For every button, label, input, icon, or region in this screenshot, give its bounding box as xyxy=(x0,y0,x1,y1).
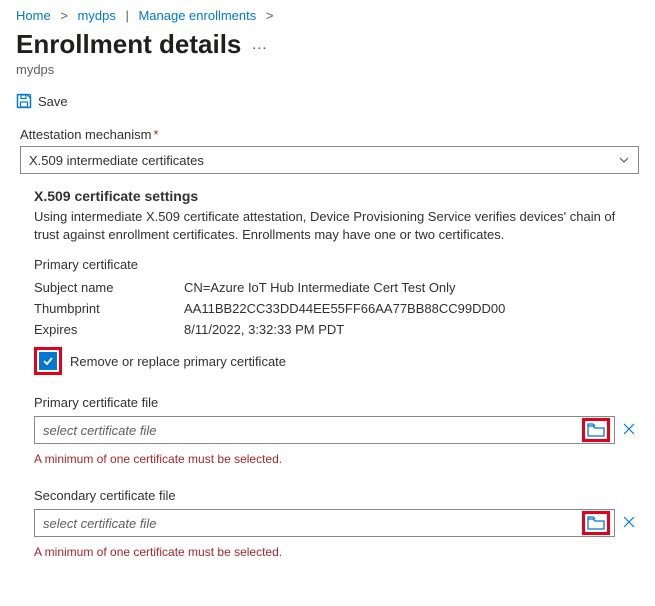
page-subtitle: mydps xyxy=(16,62,639,77)
secondary-cert-file-placeholder: select certificate file xyxy=(43,516,156,531)
chevron-right-icon: > xyxy=(266,8,274,23)
primary-cert-file-input[interactable]: select certificate file xyxy=(34,416,615,444)
primary-cert-error: A minimum of one certificate must be sel… xyxy=(34,452,639,466)
primary-certificate-heading: Primary certificate xyxy=(34,257,639,272)
save-label: Save xyxy=(38,94,68,109)
highlight-primary-folder xyxy=(582,418,610,442)
save-icon xyxy=(16,93,32,109)
highlight-checkbox xyxy=(34,347,62,375)
attestation-mechanism-select[interactable]: X.509 intermediate certificates xyxy=(20,146,639,174)
secondary-cert-file-input[interactable]: select certificate file xyxy=(34,509,615,537)
primary-cert-file-label: Primary certificate file xyxy=(34,395,639,410)
remove-replace-checkbox[interactable] xyxy=(39,352,57,370)
highlight-secondary-folder xyxy=(582,511,610,535)
thumbprint-value: AA11BB22CC33DD44EE55FF66AA77BB88CC99DD00 xyxy=(184,301,639,316)
subject-name-label: Subject name xyxy=(34,280,184,295)
thumbprint-row: Thumbprint AA11BB22CC33DD44EE55FF66AA77B… xyxy=(34,301,639,316)
folder-icon[interactable] xyxy=(587,423,605,437)
breadcrumb: Home > mydps | Manage enrollments > xyxy=(16,8,639,23)
breadcrumb-dps[interactable]: mydps xyxy=(78,8,116,23)
breadcrumb-manage-enrollments[interactable]: Manage enrollments xyxy=(138,8,256,23)
required-indicator: * xyxy=(154,127,159,142)
breadcrumb-divider: | xyxy=(125,8,128,23)
folder-icon[interactable] xyxy=(587,516,605,530)
expires-label: Expires xyxy=(34,322,184,337)
page-title: Enrollment details xyxy=(16,29,241,60)
attestation-mechanism-value: X.509 intermediate certificates xyxy=(29,153,204,168)
expires-row: Expires 8/11/2022, 3:32:33 PM PDT xyxy=(34,322,639,337)
expires-value: 8/11/2022, 3:32:33 PM PDT xyxy=(184,322,639,337)
chevron-right-icon: > xyxy=(60,8,68,23)
primary-cert-clear-button[interactable] xyxy=(619,421,639,440)
close-icon xyxy=(621,514,637,530)
chevron-down-icon xyxy=(618,154,630,166)
subject-name-row: Subject name CN=Azure IoT Hub Intermedia… xyxy=(34,280,639,295)
remove-replace-label: Remove or replace primary certificate xyxy=(70,354,286,369)
checkmark-icon xyxy=(42,355,54,367)
more-actions-button[interactable]: … xyxy=(251,36,268,54)
close-icon xyxy=(621,421,637,437)
secondary-cert-file-label: Secondary certificate file xyxy=(34,488,639,503)
x509-description: Using intermediate X.509 certificate att… xyxy=(34,208,639,243)
save-button[interactable]: Save xyxy=(16,93,639,109)
thumbprint-label: Thumbprint xyxy=(34,301,184,316)
secondary-cert-error: A minimum of one certificate must be sel… xyxy=(34,545,639,559)
subject-name-value: CN=Azure IoT Hub Intermediate Cert Test … xyxy=(184,280,639,295)
secondary-cert-clear-button[interactable] xyxy=(619,514,639,533)
attestation-mechanism-label: Attestation mechanism* xyxy=(20,127,639,142)
breadcrumb-home[interactable]: Home xyxy=(16,8,51,23)
primary-cert-file-placeholder: select certificate file xyxy=(43,423,156,438)
x509-settings-heading: X.509 certificate settings xyxy=(34,188,639,204)
